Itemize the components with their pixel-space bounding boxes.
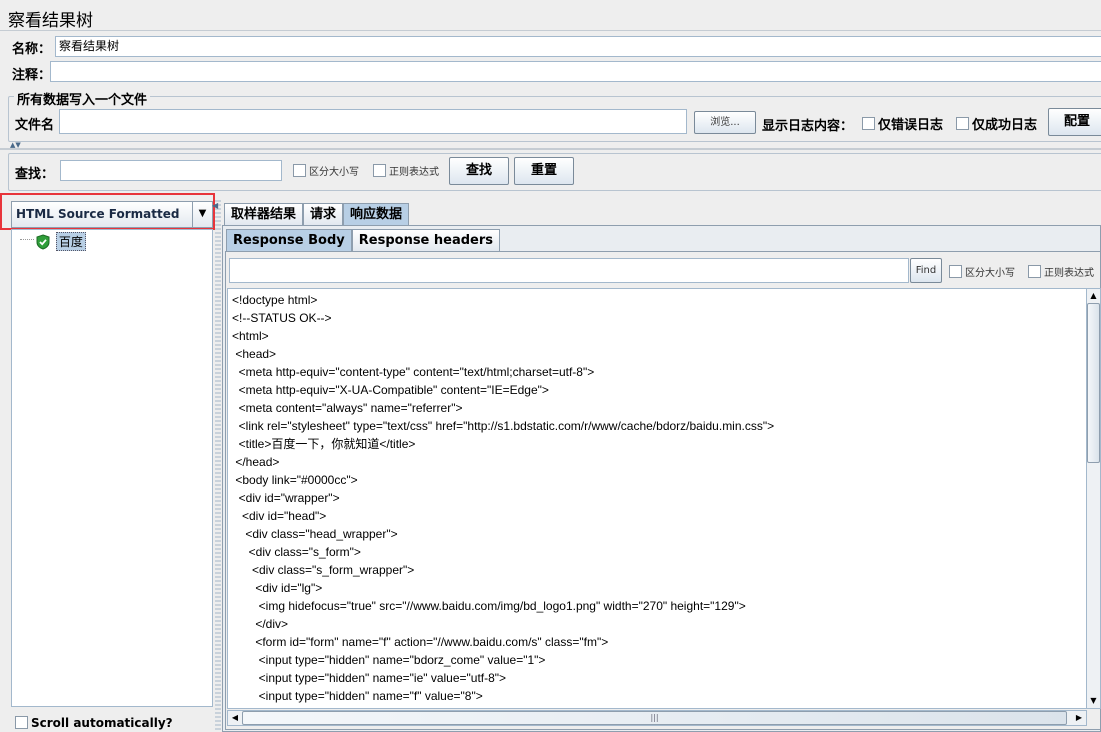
splitter-bar[interactable]: [0, 148, 1101, 150]
success-shield-icon: [36, 233, 50, 250]
splitter-left-arrow-icon[interactable]: ◀: [212, 201, 218, 210]
case-sensitive-label: 区分大小写: [309, 167, 359, 178]
response-search-input[interactable]: [229, 258, 909, 283]
success-only-checkbox[interactable]: [956, 117, 969, 130]
filename-label: 文件名: [15, 118, 55, 133]
code-line: <head>: [232, 347, 277, 361]
response-body-lines: <!doctype html> <!--STATUS OK--> <html> <h…: [232, 291, 1082, 707]
write-to-file-group-title: 所有数据写入一个文件: [14, 89, 151, 108]
code-line: <form id="form" name="f" action="//www.b…: [232, 635, 609, 649]
code-line: <!--STATUS OK-->: [232, 311, 332, 325]
tab-response-data[interactable]: 响应数据: [343, 203, 410, 225]
vertical-scroll-thumb[interactable]: [1087, 303, 1100, 463]
log-display-label: 显示日志内容：: [762, 119, 854, 134]
scroll-left-icon[interactable]: ◀: [228, 711, 242, 725]
horizontal-scrollbar[interactable]: ◀ ||| ▶: [227, 710, 1087, 726]
scroll-auto-checkbox[interactable]: [15, 716, 28, 729]
regex-checkbox[interactable]: [373, 164, 386, 177]
errors-only-label: 仅错误日志: [878, 118, 944, 133]
find-button[interactable]: 查找: [449, 157, 509, 185]
code-line: <link rel="stylesheet" type="text/css" h…: [232, 419, 775, 433]
response-case-sensitive-checkbox[interactable]: [949, 265, 962, 278]
divider: [0, 30, 1101, 31]
name-field[interactable]: 察看结果树: [55, 36, 1101, 57]
code-line: <html>: [232, 329, 269, 343]
scroll-up-icon[interactable]: ▲: [1087, 289, 1100, 303]
code-line: </div>: [232, 617, 289, 631]
response-case-sensitive-option[interactable]: 区分大小写: [949, 264, 1015, 279]
vertical-scrollbar[interactable]: ▲ ▼: [1086, 288, 1101, 709]
code-line: <meta content="always" name="referrer">: [232, 401, 463, 415]
sub-tabs: Response Body Response headers: [226, 229, 501, 251]
search-label: 查找：: [15, 167, 55, 182]
success-only-label: 仅成功日志: [972, 118, 1038, 133]
comment-label: 注释：: [12, 68, 52, 83]
vertical-splitter[interactable]: [215, 200, 221, 732]
reset-button[interactable]: 重置: [514, 157, 574, 185]
response-body-text[interactable]: <!doctype html> <!--STATUS OK--> <html> <h…: [227, 288, 1087, 709]
code-line: <div class="s_form">: [232, 545, 361, 559]
scroll-auto-option[interactable]: Scroll automatically?: [15, 715, 173, 730]
result-tree[interactable]: 百度: [11, 229, 213, 707]
response-regex-option[interactable]: 正则表达式: [1028, 264, 1094, 279]
case-sensitive-checkbox[interactable]: [293, 164, 306, 177]
code-line: </head>: [232, 455, 280, 469]
code-line: <img hidefocus="true" src="//www.baidu.c…: [232, 599, 746, 613]
regex-label: 正则表达式: [389, 167, 439, 178]
scroll-auto-label: Scroll automatically?: [31, 715, 173, 730]
filename-input[interactable]: [59, 109, 687, 134]
success-only-option[interactable]: 仅成功日志: [956, 114, 1037, 133]
tree-item[interactable]: 百度: [36, 232, 86, 251]
tab-request[interactable]: 请求: [303, 203, 344, 225]
search-input[interactable]: [60, 160, 282, 181]
comment-field[interactable]: [50, 61, 1101, 82]
scroll-right-icon[interactable]: ▶: [1072, 711, 1086, 725]
tree-item-label: 百度: [55, 232, 86, 251]
code-line: <meta http-equiv="content-type" content=…: [232, 365, 595, 379]
code-line: <input type="hidden" name="ie" value="ut…: [232, 671, 507, 685]
response-regex-checkbox[interactable]: [1028, 265, 1041, 278]
name-label: 名称：: [12, 42, 52, 57]
tab-sampler-result[interactable]: 取样器结果: [224, 203, 304, 225]
code-line: <div class="s_form_wrapper">: [232, 563, 415, 577]
code-line: <div id="wrapper">: [232, 491, 340, 505]
code-line: <input type="hidden" name="f" value="8">: [232, 689, 483, 703]
regex-option[interactable]: 正则表达式: [373, 163, 439, 178]
code-line: <meta http-equiv="X-UA-Compatible" conte…: [232, 383, 549, 397]
case-sensitive-option[interactable]: 区分大小写: [293, 163, 359, 178]
response-find-button[interactable]: Find: [910, 258, 942, 283]
errors-only-checkbox[interactable]: [862, 117, 875, 130]
code-line: <title>百度一下，你就知道</title>: [232, 437, 416, 451]
browse-button[interactable]: 浏览...: [694, 111, 756, 134]
result-tabs: 取样器结果 请求 响应数据: [224, 203, 410, 225]
code-line: <input type="hidden" name="bdorz_come" v…: [232, 653, 546, 667]
errors-only-option[interactable]: 仅错误日志: [862, 114, 943, 133]
tree-connector: [20, 239, 34, 240]
code-line: <!doctype html>: [232, 293, 318, 307]
tab-response-headers[interactable]: Response headers: [351, 229, 501, 251]
renderer-highlight-box: [0, 193, 215, 230]
code-line: <div id="head">: [232, 509, 327, 523]
code-line: <body link="#0000cc">: [232, 473, 358, 487]
tab-response-body[interactable]: Response Body: [226, 229, 352, 251]
code-line: <div class="head_wrapper">: [232, 527, 398, 541]
configure-button[interactable]: 配置: [1048, 108, 1101, 136]
scroll-down-icon[interactable]: ▼: [1087, 694, 1100, 708]
code-line: <div id="lg">: [232, 581, 323, 595]
page-title: 察看结果树: [8, 11, 93, 31]
horizontal-scroll-thumb[interactable]: |||: [242, 711, 1067, 725]
response-regex-label: 正则表达式: [1044, 268, 1094, 279]
response-case-sensitive-label: 区分大小写: [965, 268, 1015, 279]
